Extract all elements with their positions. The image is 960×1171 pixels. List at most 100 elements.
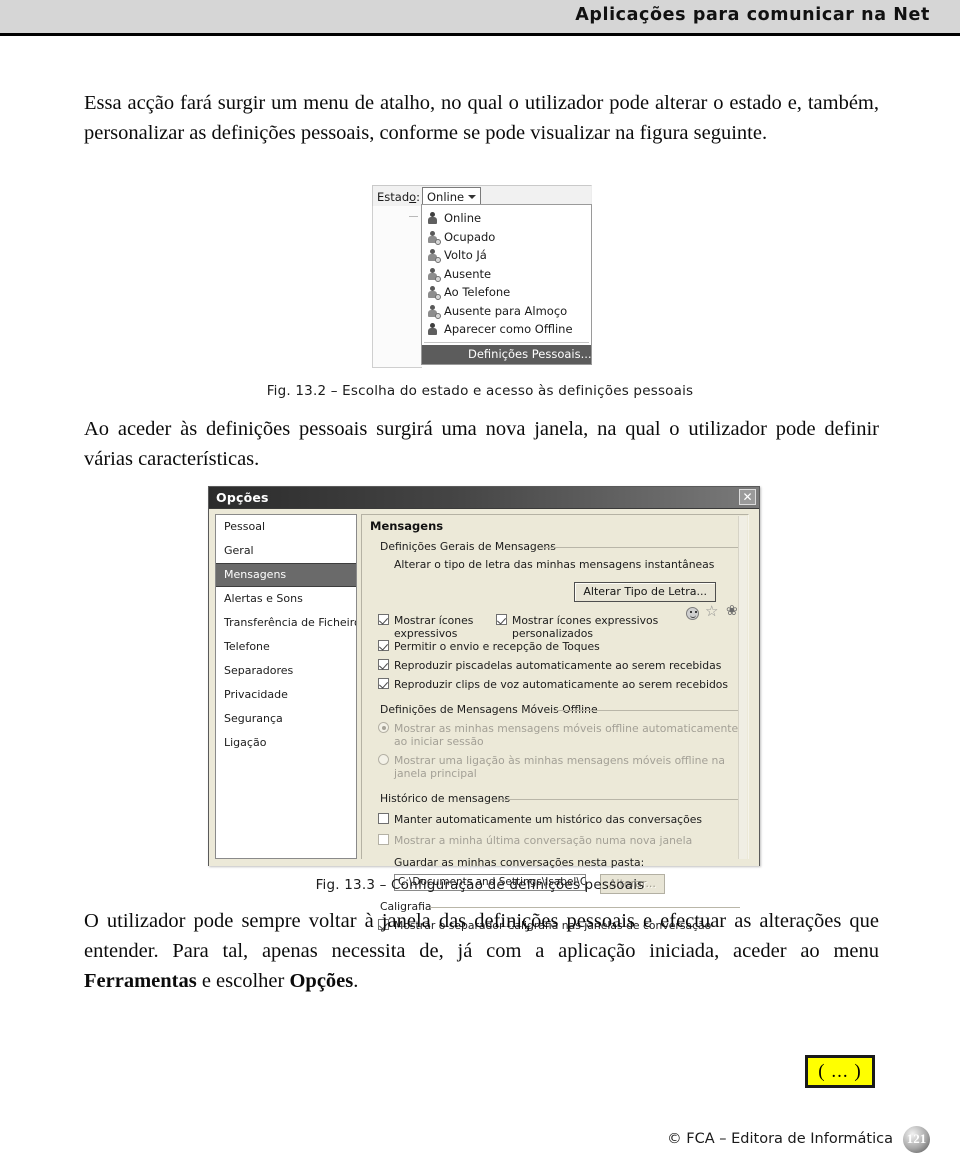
status-menu-separator: [424, 341, 589, 343]
checkbox-show-last-conversation[interactable]: Mostrar a minha última conversação numa …: [368, 834, 742, 847]
checkbox-icon[interactable]: [378, 614, 389, 625]
status-menu-item-label: Ausente para Almoço: [444, 303, 568, 318]
conversation-folder-label: Guardar as minhas conversações nesta pas…: [394, 856, 645, 869]
group-general-messages: Definições Gerais de Mensagens Alterar o…: [368, 540, 742, 691]
group-legend-general: Definições Gerais de Mensagens: [368, 540, 742, 554]
person-away-icon: [427, 267, 441, 282]
sidebar-item-privacidade[interactable]: Privacidade: [216, 683, 356, 707]
paragraph-personal-settings: Ao aceder às definições pessoais surgirá…: [84, 418, 879, 470]
menu-name-opcoes: Opções: [289, 970, 354, 992]
sidebar-item-seguranca[interactable]: Segurança: [216, 707, 356, 731]
radio-icon[interactable]: [378, 754, 389, 765]
paragraph-intro: Essa acção fará surgir um menu de atalho…: [84, 92, 879, 144]
radio-show-offline-on-signin[interactable]: Mostrar as minhas mensagens móveis offli…: [368, 722, 742, 748]
font-change-description: Alterar o tipo de letra das minhas mensa…: [394, 558, 715, 571]
person-online-icon: [427, 212, 439, 225]
page-number-badge: 121: [903, 1125, 930, 1153]
sidebar-item-pessoal[interactable]: Pessoal: [216, 515, 356, 539]
options-dialog-titlebar: Opções ✕: [209, 487, 759, 509]
person-brb-icon: [427, 249, 441, 263]
sidebar-item-alertas-sons[interactable]: Alertas e Sons: [216, 587, 356, 611]
status-menu-item-label: Online: [444, 211, 482, 225]
group-legend-offline: Definições de Mensagens Móveis Offline: [368, 703, 742, 717]
status-dropdown-menu: Online Ocupado Volto Já Ausente Ao Telef…: [421, 204, 592, 365]
status-menu-item-label: Ocupado: [444, 229, 496, 244]
options-settings-pane: Mensagens Definições Gerais de Mensagens…: [361, 514, 749, 932]
checkbox-icon[interactable]: [496, 614, 507, 625]
checkbox-play-winks[interactable]: Reproduzir piscadelas automaticamente ao…: [368, 659, 742, 672]
sidebar-item-mensagens[interactable]: Mensagens: [216, 563, 356, 587]
figure-caption-13-2: Fig. 13.2 – Escolha do estado e acesso à…: [266, 383, 694, 399]
sidebar-item-telefone[interactable]: Telefone: [216, 635, 356, 659]
checkbox-label: Reproduzir piscadelas automaticamente ao…: [394, 659, 722, 672]
figure-caption-13-3: Fig. 13.3 – Configuração de definições p…: [315, 877, 645, 893]
checkbox-label: Reproduzir clips de voz automaticamente …: [394, 678, 729, 691]
status-combobox-value: Online: [427, 190, 465, 204]
checkbox-icon[interactable]: [378, 659, 389, 670]
status-menu-item-busy[interactable]: Ocupado: [422, 228, 591, 247]
sidebar-item-separadores[interactable]: Separadores: [216, 659, 356, 683]
radio-label: Mostrar as minhas mensagens móveis offli…: [394, 722, 739, 748]
checkbox-show-custom-emoticons[interactable]: Mostrar ícones expressivos personalizado…: [486, 614, 712, 640]
ellipsis-marker-box: ( ... ): [805, 1055, 875, 1088]
status-menu-item-brb[interactable]: Volto Já: [422, 246, 591, 265]
status-menu-item-label: Aparecer como Offline: [444, 322, 573, 336]
paragraph-text-part-1: O utilizador pode sempre voltar à janela…: [84, 910, 879, 962]
checkbox-label: Mostrar a minha última conversação numa …: [394, 834, 693, 847]
menu-name-ferramentas: Ferramentas: [84, 970, 197, 992]
status-menu-item-personal-settings[interactable]: Definições Pessoais...: [422, 344, 592, 364]
header-divider-rule: [0, 33, 960, 36]
footer-copyright: © FCA – Editora de Informática: [667, 1131, 893, 1147]
checkbox-icon[interactable]: [378, 834, 389, 845]
person-busy-icon: [427, 230, 441, 245]
options-category-list[interactable]: Pessoal Geral Mensagens Alertas e Sons T…: [215, 514, 357, 859]
checkbox-allow-nudges[interactable]: Permitir o envio e recepção de Toques: [368, 640, 742, 653]
checkbox-label: Permitir o envio e recepção de Toques: [394, 640, 600, 653]
checkbox-label: Mostrar ícones expressivos: [394, 614, 474, 640]
emoticon-preview-strip: ☆ ❀: [686, 604, 746, 623]
status-menu-item-label: Volto Já: [444, 248, 487, 262]
sidebar-item-geral[interactable]: Geral: [216, 539, 356, 563]
chevron-down-icon: [468, 195, 476, 199]
checkbox-play-voice-clips[interactable]: Reproduzir clips de voz automaticamente …: [368, 678, 742, 691]
group-legend-history: Histórico de mensagens: [368, 792, 742, 806]
options-dialog-window: Opções ✕ Pessoal Geral Mensagens Alertas…: [208, 486, 760, 932]
paragraph-reopen-options: O utilizador pode sempre voltar à janela…: [84, 906, 879, 996]
person-out-to-lunch-icon: [427, 304, 441, 319]
sidebar-item-transferencia[interactable]: Transferência de Ficheiros: [216, 611, 356, 635]
emoticon-checkbox-row: Mostrar ícones expressivos Mostrar ícone…: [368, 604, 742, 640]
options-dialog-body: Pessoal Geral Mensagens Alertas e Sons T…: [209, 509, 759, 932]
person-on-phone-icon: [427, 286, 441, 300]
page-footer: © FCA – Editora de Informática 121: [667, 1125, 930, 1153]
options-pane-scrollbar[interactable]: [738, 516, 747, 859]
figure-status-dropdown: Estado: Online Online Ocupado Volto Já A…: [372, 185, 592, 368]
status-label: Estado:: [377, 190, 421, 204]
checkbox-label: Mostrar ícones expressivos personalizado…: [512, 614, 659, 640]
page-running-header: Aplicações para comunicar na Net: [0, 0, 960, 33]
checkbox-keep-history[interactable]: Manter automaticamente um histórico das …: [368, 813, 742, 826]
status-toolbar-strip: Estado: Online: [372, 185, 592, 206]
radio-icon[interactable]: [378, 722, 389, 733]
status-menu-item-onphone[interactable]: Ao Telefone: [422, 283, 591, 302]
change-font-button[interactable]: Alterar Tipo de Letra...: [574, 582, 716, 602]
radio-label: Mostrar uma ligação às minhas mensagens …: [394, 754, 725, 780]
smiley-icon: [686, 607, 699, 620]
options-dialog-title: Opções: [216, 490, 269, 505]
checkbox-icon[interactable]: [378, 640, 389, 651]
status-menu-item-online[interactable]: Online: [422, 209, 591, 228]
paragraph-text-part-3: .: [353, 970, 359, 992]
status-combobox[interactable]: Online: [422, 187, 481, 205]
status-menu-item-away[interactable]: Ausente: [422, 265, 591, 284]
status-menu-item-lunch[interactable]: Ausente para Almoço: [422, 302, 591, 321]
font-button-row: Alterar Tipo de Letra...: [368, 580, 742, 602]
close-icon[interactable]: ✕: [739, 489, 756, 505]
checkbox-icon[interactable]: [378, 678, 389, 689]
radio-show-link-main-window[interactable]: Mostrar uma ligação às minhas mensagens …: [368, 754, 742, 780]
page-header-title: Aplicações para comunicar na Net: [575, 5, 930, 25]
status-panel-left-column: [372, 206, 422, 368]
sidebar-item-ligacao[interactable]: Ligação: [216, 731, 356, 755]
group-offline-mobile-messages: Definições de Mensagens Móveis Offline M…: [368, 703, 742, 780]
status-menu-item-appear-offline[interactable]: Aparecer como Offline: [422, 320, 591, 339]
checkbox-icon[interactable]: [378, 813, 389, 824]
status-menu-item-label: Ao Telefone: [444, 285, 511, 299]
